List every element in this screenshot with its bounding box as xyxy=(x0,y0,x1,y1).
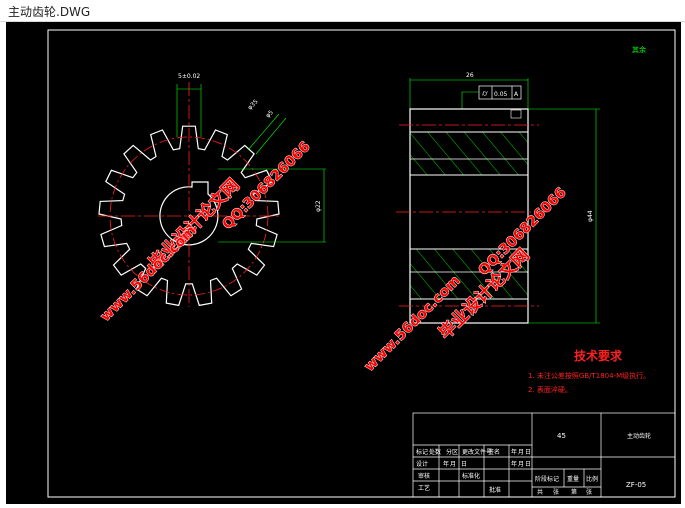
title-bar: 主动齿轮.DWG xyxy=(0,0,685,22)
tb-standard: 标准化 xyxy=(462,472,480,480)
hatch-upper xyxy=(409,131,529,176)
gear-front-view: 5±0.02 φ35 φ5 φ22 xyxy=(98,73,326,307)
tb-y1: 年 xyxy=(511,448,517,456)
drawing-canvas[interactable]: 其余 5±0.02 φ35 φ5 φ22 26 ⌭ 0.05 A φ44 技术要… xyxy=(6,22,681,504)
tb-sign: 签名 xyxy=(488,448,500,456)
tb-m2: 月 xyxy=(450,461,456,468)
roughness-mark: 其余 xyxy=(632,45,646,54)
tb-scale: 比例 xyxy=(586,475,598,483)
gdt-value: 0.05 xyxy=(494,91,508,98)
tb-sheets2: 张 xyxy=(586,488,592,496)
tb-d1: 日 xyxy=(525,449,531,456)
technical-requirements: 技术要求 1. 未注公差按照GB/T1804-M级执行。 2. 表面淬硬。 xyxy=(528,348,650,394)
drawing-frame xyxy=(47,29,676,498)
gdt-frame: ⌭ 0.05 A xyxy=(461,85,522,119)
cad-drawing: 其余 5±0.02 φ35 φ5 φ22 26 ⌭ 0.05 A φ44 技术要… xyxy=(47,29,676,498)
tb-m3: 月 xyxy=(518,461,524,468)
tb-y2: 年 xyxy=(443,460,449,468)
drawing-viewer[interactable]: 其余 5±0.02 φ35 φ5 φ22 26 ⌭ 0.05 A φ44 技术要… xyxy=(0,22,685,504)
tb-stage: 阶段标记 xyxy=(535,475,559,483)
tb-zone: 分区 xyxy=(446,448,458,456)
tb-approve: 批准 xyxy=(489,486,501,494)
dim-outer-dia: φ44 xyxy=(587,210,594,222)
window-title: 主动齿轮.DWG xyxy=(8,5,91,19)
tb-sheets1: 张 xyxy=(553,488,559,496)
tb-material: 45 xyxy=(557,432,566,440)
tb-no: 第 xyxy=(571,488,577,496)
requirement-1: 1. 未注公差按照GB/T1804-M级执行。 xyxy=(528,371,650,380)
tb-count: 处数 xyxy=(429,448,441,456)
title-block-text: 标记 处数 分区 更改文件号 签名 年 月 日 设计 年 月 日 标准化 年 月… xyxy=(416,432,651,496)
tb-d3: 日 xyxy=(525,461,531,468)
requirements-heading: 技术要求 xyxy=(574,348,623,363)
tb-d2: 日 xyxy=(461,461,467,468)
dim-hub-dia: φ22 xyxy=(315,200,322,212)
tb-design: 设计 xyxy=(416,460,428,468)
tb-m1: 月 xyxy=(518,449,524,456)
tb-weight: 重量 xyxy=(567,475,579,483)
tb-drawing-no: ZF-05 xyxy=(626,481,646,489)
tb-review: 审核 xyxy=(418,472,430,480)
tb-process: 工艺 xyxy=(418,484,430,492)
tb-y3: 年 xyxy=(511,460,517,468)
gdt-symbol: ⌭ xyxy=(482,89,488,98)
tb-part-name: 主动齿轮 xyxy=(627,432,651,440)
dim-small-b: φ5 xyxy=(264,109,275,120)
requirement-2: 2. 表面淬硬。 xyxy=(528,385,572,394)
gdt-datum: A xyxy=(514,91,519,98)
tb-mark: 标记 xyxy=(416,448,428,456)
dim-small-a: φ35 xyxy=(246,98,259,111)
dim-tip-width: 5±0.02 xyxy=(178,73,200,80)
tb-total: 共 xyxy=(537,488,543,496)
dim-face-width: 26 xyxy=(466,72,474,79)
